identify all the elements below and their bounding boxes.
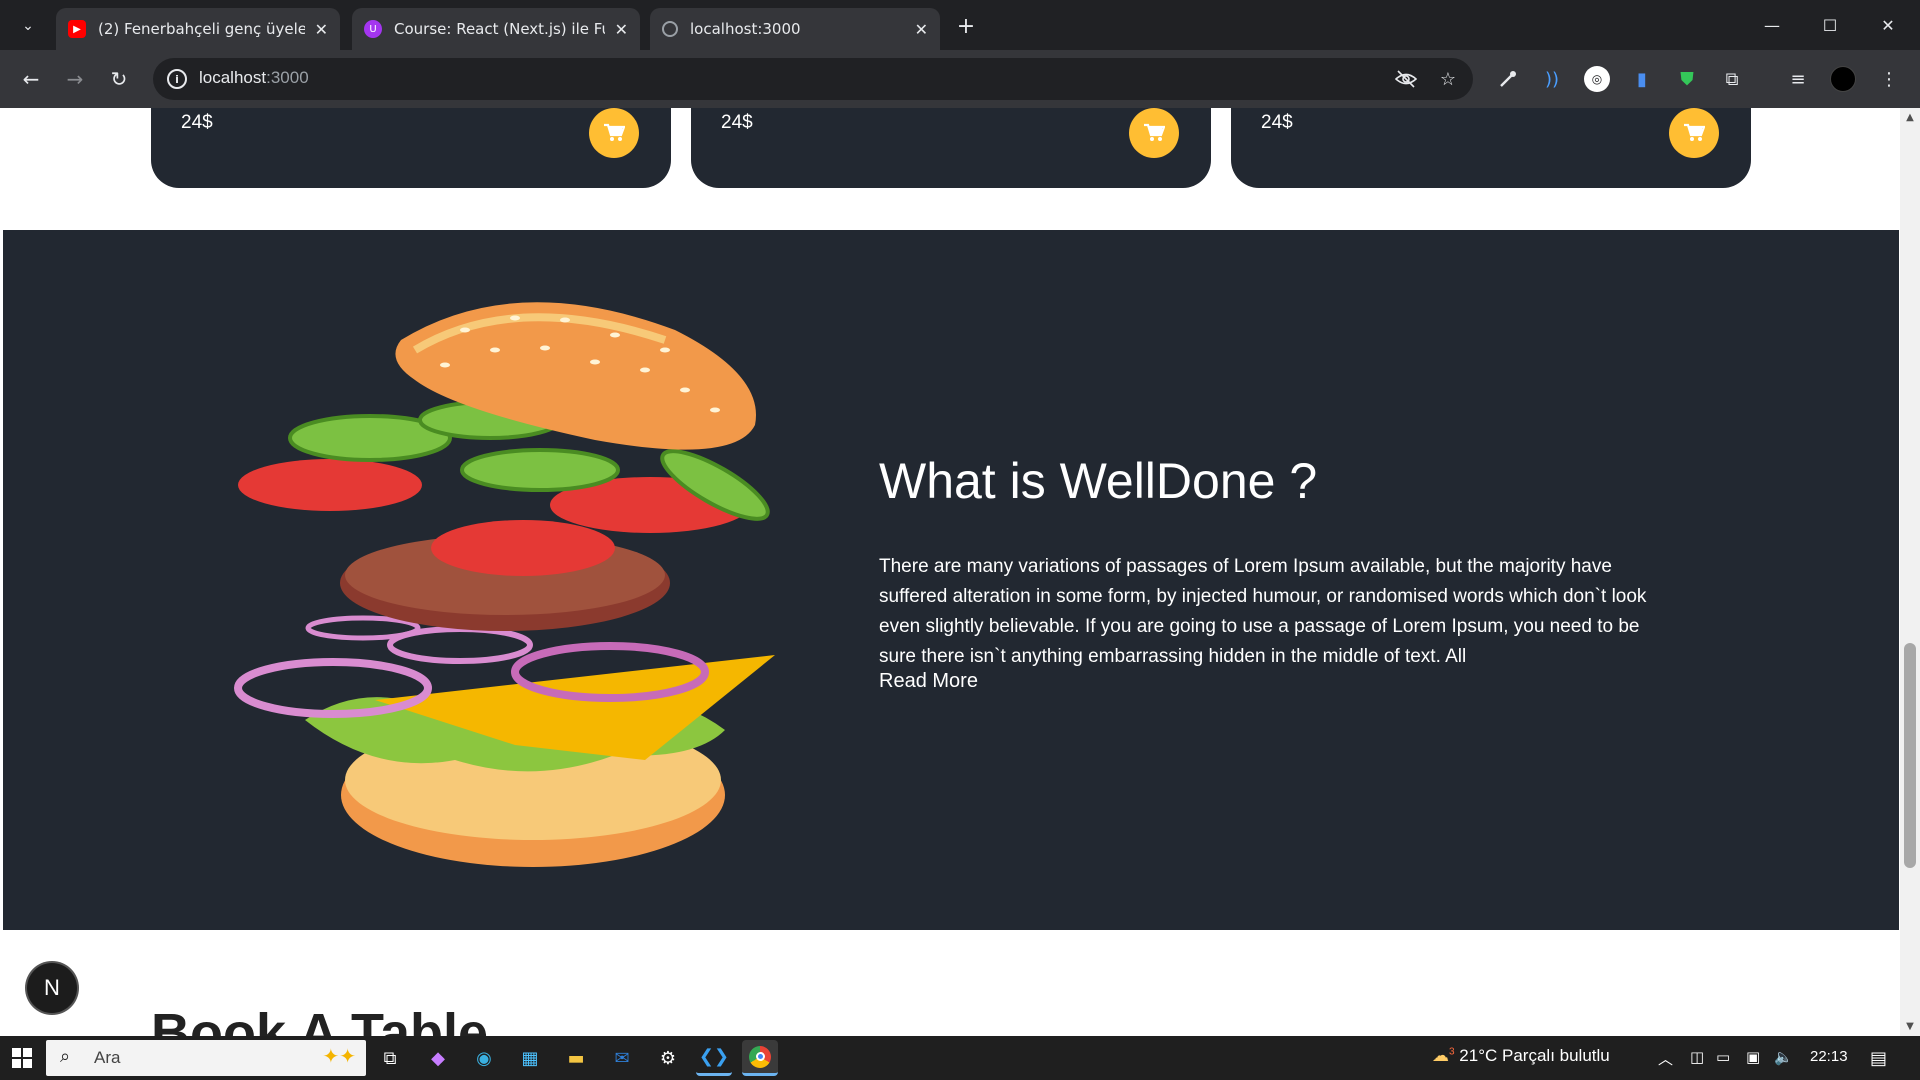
network-icon[interactable]: ▣ (1746, 1048, 1760, 1066)
taskbar-search[interactable]: ⌕ Ara ✦✦ (46, 1040, 366, 1076)
url-text[interactable]: localhost:3000 (199, 68, 309, 88)
youtube-icon: ▶ (68, 20, 86, 38)
site-info-icon[interactable]: i (167, 69, 187, 89)
reload-button[interactable]: ↻ (102, 62, 136, 96)
docs-extension-icon[interactable]: ▮ (1627, 64, 1657, 94)
close-window-button[interactable]: ✕ (1860, 0, 1916, 50)
notifications-icon[interactable]: ▤ (1870, 1048, 1887, 1069)
scrollbar-thumb[interactable] (1904, 643, 1916, 868)
book-table-title: Book A Table (151, 1003, 489, 1036)
edge-icon[interactable]: ◉ (466, 1040, 502, 1076)
weather-icon: ☁ (1432, 1046, 1449, 1065)
new-tab-button[interactable]: + (952, 12, 980, 40)
search-placeholder: Ara (94, 1048, 121, 1067)
tab-localhost[interactable]: localhost:3000 ✕ (650, 8, 940, 50)
page-scrollbar[interactable]: ▲ ▼ (1900, 108, 1920, 1036)
tab-title: Course: React (Next.js) ile Full St (394, 20, 605, 38)
vscode-icon[interactable]: ❮❯ (696, 1040, 732, 1076)
file-explorer-icon[interactable]: ▬ (558, 1040, 594, 1076)
weather-widget[interactable]: ☁3 21°C Parçalı bulutlu (1432, 1046, 1610, 1066)
close-tab-icon[interactable]: ✕ (315, 20, 328, 39)
clock[interactable]: 22:13 (1810, 1048, 1848, 1065)
weather-badge: 3 (1449, 1046, 1455, 1058)
cart-icon (1144, 123, 1165, 141)
product-card: 24$ (1231, 108, 1751, 188)
windows-start-button[interactable] (0, 1036, 44, 1080)
shield-icon[interactable]: ⛊ (1672, 64, 1702, 94)
volume-icon[interactable]: 🔈 (1774, 1048, 1793, 1066)
burger-illustration (234, 302, 775, 867)
back-button[interactable]: ← (14, 62, 48, 96)
store-icon[interactable]: ▦ (512, 1040, 548, 1076)
maximize-button[interactable]: ☐ (1802, 0, 1858, 50)
bookmark-star-icon[interactable]: ☆ (1435, 66, 1461, 92)
scroll-down-arrow[interactable]: ▼ (1904, 1021, 1916, 1032)
cart-icon (1684, 123, 1705, 141)
eye-off-icon[interactable] (1393, 66, 1419, 92)
globe-icon (662, 21, 678, 37)
weather-text: 21°C Parçalı bulutlu (1459, 1046, 1610, 1065)
copilot-icon[interactable]: ◆ (420, 1040, 456, 1076)
browser-tab-bar: ⌄ ▶ (2) Fenerbahçeli genç üyeler "K ✕ U … (0, 0, 1920, 50)
close-tab-icon[interactable]: ✕ (615, 20, 628, 39)
add-to-cart-button[interactable] (1129, 108, 1179, 158)
add-to-cart-button[interactable] (589, 108, 639, 158)
windows-logo-icon (12, 1048, 32, 1068)
read-more-link[interactable]: Read More (879, 670, 978, 693)
settings-gear-icon[interactable]: ⚙ (650, 1040, 686, 1076)
chevron-up-icon[interactable]: ︿ (1658, 1048, 1673, 1069)
avatar[interactable] (1828, 64, 1858, 94)
close-tab-icon[interactable]: ✕ (915, 20, 928, 39)
windows-taskbar: ⌕ Ara ✦✦ ⧉ ◆ ◉ ▦ ▬ ✉ ⚙ ❮❯ ☁3 21°C Parçal… (0, 1036, 1920, 1080)
battery-icon[interactable]: ▭ (1716, 1048, 1730, 1066)
nextjs-dev-badge[interactable]: N (27, 963, 77, 1013)
scroll-up-arrow[interactable]: ▲ (1904, 112, 1916, 123)
extension-circle-icon[interactable]: ◎ (1582, 64, 1612, 94)
outlook-icon[interactable]: ✉ (604, 1040, 640, 1076)
udemy-icon: U (364, 20, 382, 38)
eyedropper-icon[interactable] (1493, 64, 1523, 94)
audio-wave-icon[interactable]: )) (1537, 64, 1567, 94)
menu-dots-icon[interactable]: ⋮ (1874, 64, 1904, 94)
product-card: 24$ (151, 108, 671, 188)
product-card: 24$ (691, 108, 1211, 188)
add-to-cart-button[interactable] (1669, 108, 1719, 158)
tab-search-button[interactable]: ⌄ (10, 10, 46, 42)
forward-button[interactable]: → (58, 62, 92, 96)
meet-now-icon[interactable]: ◫ (1690, 1048, 1704, 1066)
tab-title: localhost:3000 (690, 20, 801, 38)
sparkle-icon: ✦✦ (322, 1044, 356, 1068)
page-viewport: 24$ 24$ 24$ What is WellDone ? There are… (3, 108, 1899, 1036)
address-bar[interactable]: i localhost:3000 ☆ (153, 58, 1473, 100)
tab-udemy[interactable]: U Course: React (Next.js) ile Full St ✕ (352, 8, 640, 50)
puzzle-icon[interactable]: ⧉ (1717, 64, 1747, 94)
about-section: What is WellDone ? There are many variat… (3, 230, 1899, 930)
cart-icon (604, 123, 625, 141)
media-control-icon[interactable]: ≡ (1783, 64, 1813, 94)
tab-title: (2) Fenerbahçeli genç üyeler "K (98, 20, 305, 38)
search-icon: ⌕ (60, 1046, 71, 1067)
about-description: There are many variations of passages of… (879, 556, 1647, 667)
browser-toolbar: ← → ↻ i localhost:3000 ☆ )) ◎ ▮ ⛊ ⧉ ≡ ⋮ (0, 50, 1920, 108)
task-view-icon[interactable]: ⧉ (372, 1040, 408, 1076)
card-price: 24$ (181, 112, 213, 133)
card-price: 24$ (721, 112, 753, 133)
minimize-button[interactable]: — (1744, 0, 1800, 50)
card-price: 24$ (1261, 112, 1293, 133)
tab-youtube[interactable]: ▶ (2) Fenerbahçeli genç üyeler "K ✕ (56, 8, 340, 50)
chrome-icon[interactable] (742, 1040, 778, 1076)
about-title: What is WellDone ? (879, 453, 1318, 509)
